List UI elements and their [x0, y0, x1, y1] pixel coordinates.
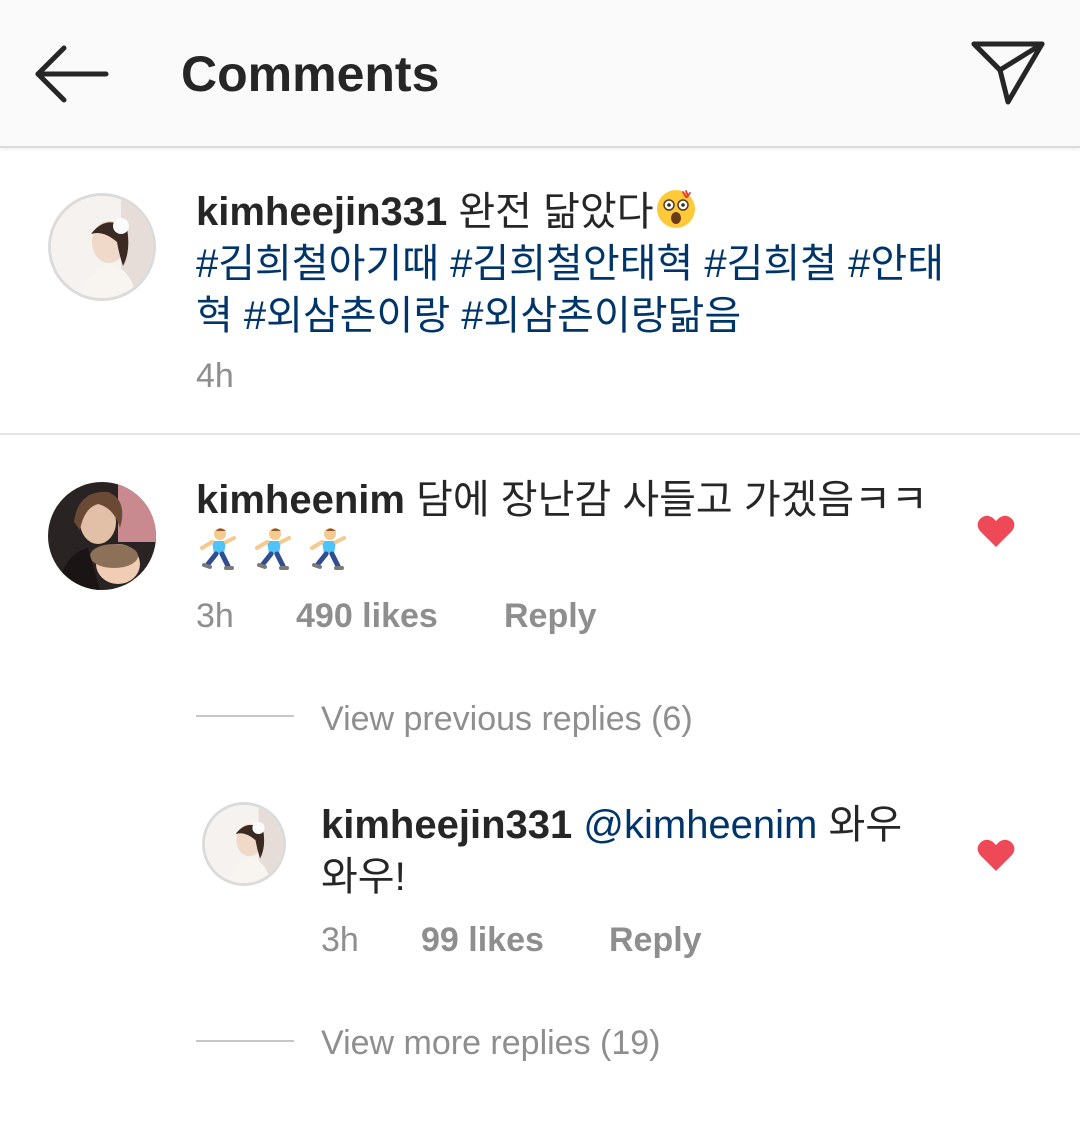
heart-icon[interactable]: [977, 514, 1015, 548]
caption-meta: 4h: [196, 354, 596, 398]
astonished-face-emoji: [656, 190, 695, 228]
back-button[interactable]: [30, 38, 112, 110]
arrow-left-icon: [35, 45, 109, 103]
avatar[interactable]: [48, 482, 156, 590]
comment-body: 담에 장난감 사들고 가겠음ㅋㅋ: [416, 478, 928, 522]
caption-timestamp: 4h: [196, 357, 234, 395]
reply-meta: 3h 99 likes Reply: [321, 918, 821, 962]
avatar-photo: [51, 196, 153, 298]
reply-body-line2: 와우!: [321, 855, 406, 899]
page-title: Comments: [181, 46, 440, 102]
comment-username[interactable]: kimheenim: [196, 478, 405, 522]
thread-line: [196, 715, 294, 717]
hashtag-link[interactable]: #김희철: [704, 242, 837, 286]
reply-timestamp: 3h: [321, 921, 359, 959]
reply-username[interactable]: kimheejin331: [321, 803, 572, 847]
heart-icon[interactable]: [977, 838, 1015, 872]
view-previous-replies-button[interactable]: View previous replies (6): [321, 697, 693, 741]
likes-count[interactable]: 490 likes: [296, 594, 438, 638]
top-bar: Comments: [0, 0, 1080, 148]
runner-emoji: [310, 528, 347, 570]
comment-text: kimheenim 담에 장난감 사들고 가겠음ㅋㅋ: [196, 474, 956, 579]
comment-meta: 3h 490 likes Reply: [196, 594, 796, 638]
hashtag-link[interactable]: 혁 #외삼촌이랑: [196, 294, 450, 338]
avatar-photo: [48, 482, 156, 590]
avatar[interactable]: [202, 802, 286, 886]
reply-text: kimheejin331 @kimheenim 와우 와우!: [321, 799, 941, 903]
share-button[interactable]: [968, 38, 1048, 110]
view-more-replies-button[interactable]: View more replies (19): [321, 1021, 661, 1065]
comment-timestamp: 3h: [196, 597, 234, 635]
reply-button[interactable]: Reply: [609, 918, 702, 962]
caption-username[interactable]: kimheejin331: [196, 190, 447, 234]
avatar-photo: [205, 805, 283, 883]
avatar[interactable]: [48, 193, 156, 301]
hashtag-link[interactable]: #외삼촌이랑닮음: [461, 294, 741, 338]
hashtag-link[interactable]: #안태: [848, 242, 944, 286]
reply-body-line1: 와우: [828, 803, 903, 847]
thread-line: [196, 1040, 294, 1042]
hashtag-link[interactable]: #김희철아기때: [196, 242, 439, 286]
caption-body: 완전 닮았다: [458, 190, 654, 234]
paper-plane-icon: [971, 41, 1045, 105]
reply-button[interactable]: Reply: [504, 594, 597, 638]
runner-emoji: [255, 528, 292, 570]
runner-emoji: [200, 528, 236, 570]
mention-link[interactable]: @kimheenim: [583, 803, 817, 847]
caption-text: kimheejin331 완전 닮았다 #김희철아기때 #김희철안태혁 #김희철…: [196, 186, 986, 342]
caption-divider: [0, 433, 1080, 435]
hashtag-link[interactable]: #김희철안태혁: [450, 242, 693, 286]
likes-count[interactable]: 99 likes: [421, 918, 544, 962]
